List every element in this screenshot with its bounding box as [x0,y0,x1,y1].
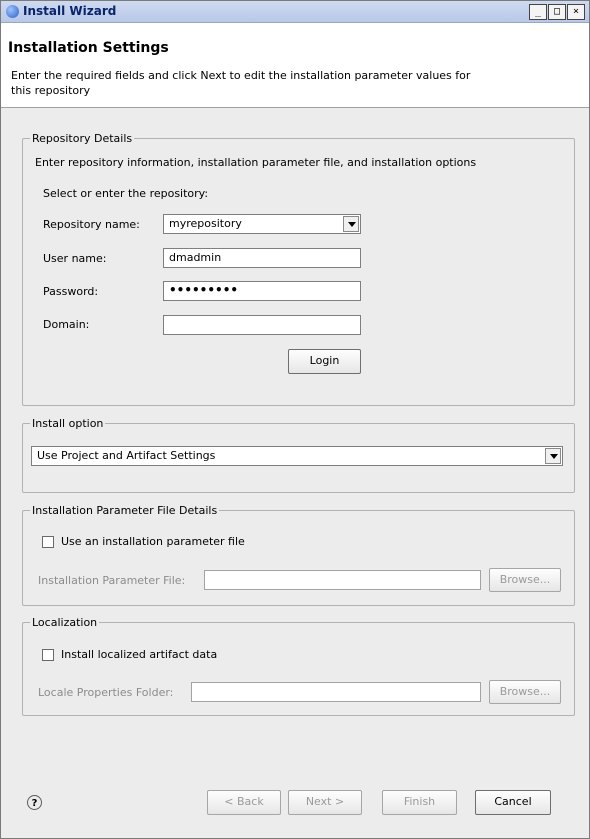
maximize-button[interactable]: □ [548,4,566,20]
locale-folder-field[interactable] [191,682,481,702]
domain-label: Domain: [43,318,90,331]
window-controls: _ □ × [528,4,585,20]
param-file-legend: Installation Parameter File Details [30,504,220,517]
wizard-header: Installation Settings Enter the required… [1,23,589,108]
locale-folder-label: Locale Properties Folder: [38,686,174,699]
install-option-dropdown-button[interactable] [545,448,561,464]
finish-button[interactable]: Finish [382,790,457,815]
wizard-body: Repository Details Enter repository info… [1,108,589,838]
user-name-field[interactable]: dmadmin [163,248,361,268]
domain-field[interactable] [163,315,361,335]
cancel-button[interactable]: Cancel [475,790,551,815]
param-file-label: Installation Parameter File: [38,574,186,587]
window-title: Install Wizard [23,4,117,18]
close-button[interactable]: × [567,4,585,20]
param-file-field[interactable] [204,570,481,590]
repository-dropdown-button[interactable] [343,216,359,232]
login-button[interactable]: Login [288,349,361,374]
install-wizard-window: Install Wizard _ □ × Installation Settin… [0,0,590,839]
use-param-file-checkbox[interactable] [42,536,54,548]
select-repository-prompt: Select or enter the repository: [43,187,209,200]
localization-legend: Localization [30,616,100,629]
repository-details-group: Repository Details Enter repository info… [22,132,575,406]
install-option-value: Use Project and Artifact Settings [37,449,216,462]
repository-name-value: myrepository [169,217,242,230]
title-bar[interactable]: Install Wizard _ □ × [1,1,589,23]
repository-name-combo[interactable]: myrepository [163,214,361,234]
repository-name-label: Repository name: [43,218,140,231]
param-file-group: Installation Parameter File Details Use … [22,504,575,606]
help-icon[interactable]: ? [27,795,42,810]
chevron-down-icon [348,222,356,227]
minimize-button[interactable]: _ [529,4,547,20]
use-param-file-label[interactable]: Use an installation parameter file [61,535,245,548]
install-localized-label[interactable]: Install localized artifact data [61,648,217,661]
repository-details-legend: Repository Details [30,132,135,145]
page-title: Installation Settings [8,40,169,56]
back-button[interactable]: < Back [207,790,281,815]
chevron-down-icon [550,454,558,459]
password-field[interactable]: ••••••••• [163,281,361,301]
param-file-browse-button[interactable]: Browse... [489,568,561,592]
wizard-app-icon [6,5,19,18]
user-name-label: User name: [43,252,107,265]
install-option-select[interactable]: Use Project and Artifact Settings [31,446,563,466]
install-localized-checkbox[interactable] [42,649,54,661]
locale-browse-button[interactable]: Browse... [489,680,561,704]
localization-group: Localization Install localized artifact … [22,616,575,716]
repository-intro-text: Enter repository information, installati… [35,156,477,169]
password-label: Password: [43,285,99,298]
page-description: Enter the required fields and click Next… [11,69,471,97]
next-button[interactable]: Next > [288,790,362,815]
install-option-legend: Install option [30,417,106,430]
install-option-group: Install option Use Project and Artifact … [22,417,575,493]
